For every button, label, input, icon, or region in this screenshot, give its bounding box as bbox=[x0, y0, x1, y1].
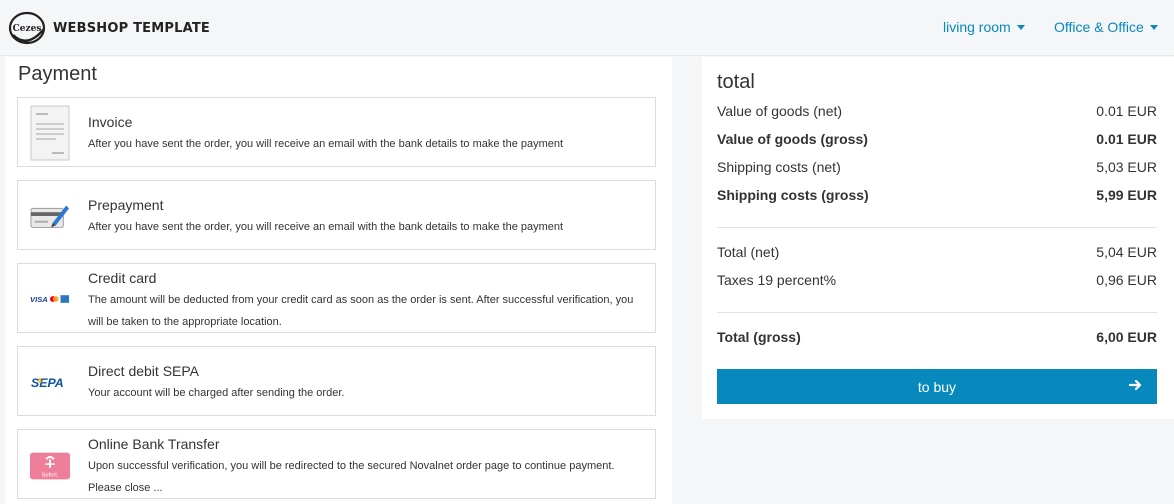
totals-row-value: 0,96 EUR bbox=[1096, 272, 1157, 288]
payment-method-name: Prepayment bbox=[88, 197, 164, 213]
nav-living-room-label: living room bbox=[943, 19, 1011, 35]
totals-row: Shipping costs (gross) 5,99 EUR bbox=[717, 187, 1157, 203]
payment-method-description: After you have sent the order, you will … bbox=[88, 221, 564, 233]
divider bbox=[717, 227, 1157, 228]
totals-row-value: 0.01 EUR bbox=[1096, 103, 1157, 119]
payment-title: Payment bbox=[18, 63, 97, 85]
payment-method-sepa[interactable]: SEPA Direct debit SEPA Your account will… bbox=[17, 346, 656, 416]
payment-method-prepayment[interactable]: Prepayment After you have sent the order… bbox=[17, 180, 656, 250]
credit-card-logos-icon: VISA bbox=[30, 290, 70, 308]
invoice-document-icon bbox=[30, 104, 70, 162]
header: Cezes WEBSHOP TEMPLATE living room Offic… bbox=[0, 0, 1174, 56]
totals-row-value: 6,00 EUR bbox=[1096, 329, 1157, 345]
visa-logo-text: VISA bbox=[30, 295, 48, 304]
payment-method-invoice[interactable]: Invoice After you have sent the order, y… bbox=[17, 97, 656, 167]
payment-method-credit-card[interactable]: VISA Credit card The amount will be dedu… bbox=[17, 263, 656, 333]
payment-method-name: Invoice bbox=[88, 114, 133, 130]
prepayment-card-pen-icon bbox=[30, 197, 70, 235]
totals-row-value: 5,99 EUR bbox=[1096, 187, 1157, 203]
buy-button-label: to buy bbox=[917, 378, 957, 395]
nav-office-label: Office & Office bbox=[1054, 19, 1144, 35]
payment-panel: Payment Invoice After you have sent the … bbox=[5, 57, 672, 504]
totals-row-label: Total (gross) bbox=[717, 329, 801, 345]
chevron-down-icon bbox=[1016, 24, 1025, 30]
payment-method-online-bank-transfer[interactable]: Sofort. Online Bank Transfer Upon succes… bbox=[17, 429, 656, 499]
totals-row-label: Taxes 19 percent% bbox=[717, 272, 837, 288]
sofort-logo-text: Sofort. bbox=[42, 472, 59, 478]
totals-row-label: Total (net) bbox=[717, 244, 780, 260]
totals-row-value: 0.01 EUR bbox=[1096, 131, 1157, 147]
brand-name: WEBSHOP TEMPLATE bbox=[53, 20, 210, 36]
payment-method-name: Online Bank Transfer bbox=[88, 436, 220, 452]
payment-method-description: Your account will be charged after sendi… bbox=[88, 387, 345, 399]
chevron-down-icon bbox=[1149, 24, 1158, 30]
payment-method-name: Direct debit SEPA bbox=[88, 363, 200, 379]
nav-living-room[interactable]: living room bbox=[943, 19, 1025, 35]
totals-row: Value of goods (net) 0.01 EUR bbox=[717, 103, 1157, 119]
sofort-logo-icon: Sofort. bbox=[30, 449, 70, 483]
totals-row: Shipping costs (net) 5,03 EUR bbox=[717, 159, 1157, 175]
nav-office[interactable]: Office & Office bbox=[1054, 19, 1158, 35]
totals-row-label: Shipping costs (net) bbox=[717, 159, 841, 175]
totals-row-value: 5,03 EUR bbox=[1096, 159, 1157, 175]
divider bbox=[717, 312, 1157, 313]
logo-mark-text: Cezes bbox=[13, 24, 42, 34]
payment-method-description: After you have sent the order, you will … bbox=[88, 138, 564, 150]
payment-method-description: Upon successful verification, you will b… bbox=[88, 460, 615, 494]
logo-mark-icon: Cezes bbox=[8, 9, 46, 47]
sepa-logo-icon: SEPA bbox=[30, 372, 70, 392]
totals-row: Total (net) 5,04 EUR bbox=[717, 244, 1157, 260]
totals-row: Value of goods (gross) 0.01 EUR bbox=[717, 131, 1157, 147]
totals-row-value: 5,04 EUR bbox=[1096, 244, 1157, 260]
arrow-right-icon bbox=[1128, 378, 1143, 395]
totals-row-label: Shipping costs (gross) bbox=[717, 187, 869, 203]
totals-row-grand-total: Total (gross) 6,00 EUR bbox=[717, 329, 1157, 345]
logo[interactable]: Cezes WEBSHOP TEMPLATE bbox=[8, 8, 210, 48]
buy-button[interactable]: to buy bbox=[717, 369, 1157, 404]
payment-method-description: The amount will be deducted from your cr… bbox=[88, 294, 634, 328]
totals-row: Taxes 19 percent% 0,96 EUR bbox=[717, 272, 1157, 288]
payment-method-name: Credit card bbox=[88, 270, 157, 286]
totals-row-label: Value of goods (gross) bbox=[717, 131, 868, 147]
totals-panel: total Value of goods (net) 0.01 EUR Valu… bbox=[702, 57, 1174, 419]
totals-title: total bbox=[717, 71, 755, 93]
sepa-logo-text: SEPA bbox=[31, 376, 64, 389]
totals-row-label: Value of goods (net) bbox=[717, 103, 843, 119]
